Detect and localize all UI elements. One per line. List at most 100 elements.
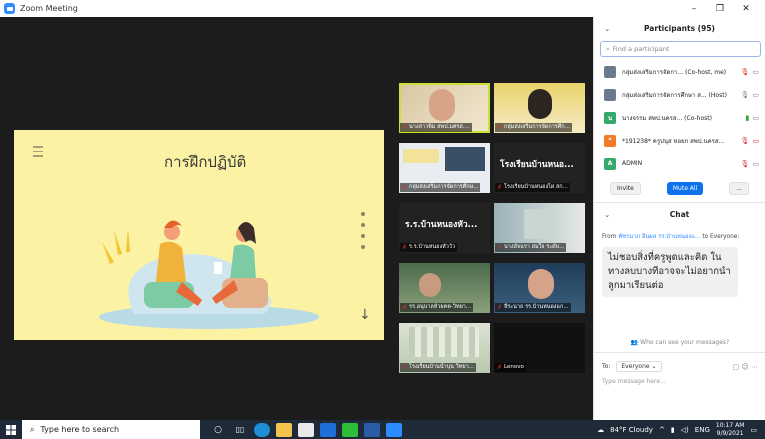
tile-big-name: โรงเรียนบ้านหนอ...	[500, 160, 574, 170]
search-icon: ⌕	[30, 424, 35, 434]
video-tile[interactable]: ✗ นางอัจฉรา สมใจ ระดับ...	[494, 203, 585, 253]
participant-name: นางจรรม สพป.นครส... (Co-host)	[622, 114, 712, 122]
chevron-down-icon[interactable]: ⌄	[604, 24, 610, 33]
participant-row[interactable]: กลุ่มส่งเสริมการจัดการศึกษา ส... (Host) …	[594, 83, 765, 106]
video-tile[interactable]: ✗ จีระนาถ รร.บ้านหนองแก...	[494, 263, 585, 313]
word-icon[interactable]	[364, 422, 380, 437]
meeting-area: การฝึกปฏิบัติ ↓ ✗ นางสาวพิม สพป.มศรส.... …	[0, 17, 593, 420]
participant-row[interactable]: * *191238* ครูปนุส หอยก สพป.นครส... 🎙 ▭	[594, 129, 765, 152]
taskbar: ⌕ Type here to search ○ ▯▯ ☁ 84°F Cloudy…	[0, 420, 765, 439]
maximize-button[interactable]: ❐	[707, 0, 733, 17]
video-tile[interactable]: ✗ กลุ่มส่งเสริมการจัดการศึก...	[494, 83, 585, 133]
who-can-see-link[interactable]: 👥 Who can see your messages?	[594, 339, 765, 346]
video-tile[interactable]: ✗ กลุ่มส่งเสริมการจัดการศึกษ...	[399, 143, 490, 193]
participant-icons: 🎙 ▭	[740, 68, 759, 76]
video-off-icon: ▭	[752, 113, 759, 122]
chat-header: ⌄ Chat	[594, 203, 765, 225]
chat-tools: ▢ ☺ ⋯	[733, 363, 758, 371]
screen-content	[445, 147, 485, 171]
line-icon[interactable]	[342, 422, 358, 437]
tile-name: ✗ รร.อนุบาลห้วยคต-วิทยา...	[400, 303, 474, 312]
tray-chevron-icon[interactable]: ^	[659, 426, 665, 434]
store-icon[interactable]	[298, 422, 314, 437]
down-arrow-icon[interactable]: ↓	[359, 307, 371, 323]
notification-icon[interactable]: ▭	[750, 426, 757, 434]
slide-title: การฝึกปฏิบัติ	[164, 153, 247, 171]
chat-composer: To: Everyone ⌄ ▢ ☺ ⋯ Type message here..…	[594, 352, 765, 420]
language-indicator[interactable]: ENG	[695, 426, 710, 434]
chat-input[interactable]: Type message here...	[594, 372, 765, 385]
clock-date: 9/9/2021	[716, 429, 744, 437]
zoom-taskbar-icon[interactable]	[386, 422, 402, 437]
mic-icon: ▮	[745, 113, 750, 122]
zoom-icon	[4, 3, 15, 14]
participant-icons: 🎙 ▭	[740, 91, 759, 99]
video-tile[interactable]: โรงเรียนบ้านหนอ... ✗ โรงเรียนบ้านหนองไผ่ …	[494, 143, 585, 193]
invite-button[interactable]: Invite	[610, 182, 641, 195]
tile-big-name: ร.ร.บ้านหนองหัว...	[405, 220, 478, 230]
tile-name: ✗ นางสาวพิม สพป.มศรส....	[400, 123, 472, 132]
windows-start-icon[interactable]	[0, 420, 22, 439]
participant-row[interactable]: กลุ่มส่งเสริมการจัดกา... (Co-host, me) 🎙…	[594, 60, 765, 83]
recipient-select[interactable]: Everyone ⌄	[616, 361, 662, 372]
emoji-icon[interactable]: ☺	[741, 363, 748, 371]
volume-icon[interactable]: ◁)	[681, 426, 689, 434]
carousel-dots[interactable]	[361, 212, 365, 256]
close-button[interactable]: ✕	[733, 0, 759, 17]
window-title: Zoom Meeting	[20, 4, 78, 13]
video-tile[interactable]: ✗ โรงเรียนบ้านน้ำบุน วิทยา...	[399, 323, 490, 373]
tile-name: ✗ กลุ่มส่งเสริมการจัดการศึกษ...	[400, 183, 481, 192]
task-view-icon[interactable]: ▯▯	[232, 423, 248, 437]
participants-header: ⌄ Participants (95)	[594, 17, 765, 39]
clock[interactable]: 10:17 AM 9/9/2021	[716, 422, 744, 438]
tile-name: ✗ จีระนาถ รร.บ้านหนองแก...	[495, 303, 571, 312]
participant-list: กลุ่มส่งเสริมการจัดกา... (Co-host, me) 🎙…	[594, 60, 765, 175]
video-tile[interactable]: ✗ รร.อนุบาลห้วยคต-วิทยา...	[399, 263, 490, 313]
screen: { "window": {"title": "Zoom Meeting", "m…	[0, 0, 765, 439]
chat-title: Chat	[669, 209, 690, 219]
participant-row[interactable]: A ADMIN 🎙 ▭	[594, 152, 765, 175]
mic-muted-icon: 🎙	[740, 67, 750, 76]
title-bar: Zoom Meeting – ❐ ✕	[0, 0, 765, 17]
chat-message: ไม่ชอบสิ่งที่ครูพูดและคิด ในทางลบบางทีอา…	[602, 247, 738, 297]
tile-name: ✗ ร.ร.บ้านหนองหัววัว	[400, 243, 458, 252]
participant-row[interactable]: น นางจรรม สพป.นครส... (Co-host) ▮ ▭	[594, 106, 765, 129]
participant-face	[528, 89, 552, 119]
avatar: น	[604, 111, 616, 124]
participant-video	[409, 327, 479, 357]
video-tile[interactable]: ร.ร.บ้านหนองหัว... ✗ ร.ร.บ้านหนองหัววัว	[399, 203, 490, 253]
participant-search-input[interactable]: ⌕ Find a participant	[600, 41, 761, 57]
avatar	[604, 88, 616, 101]
video-tile[interactable]: ✗ นางสาวพิม สพป.มศรส....	[399, 83, 490, 133]
slide-illustration	[99, 220, 319, 329]
more-icon[interactable]: ⋯	[751, 363, 758, 371]
participant-video	[524, 209, 554, 239]
clock-time: 10:17 AM	[715, 421, 745, 429]
chevron-down-icon[interactable]: ⌄	[604, 210, 610, 219]
sender-name[interactable]: พัชรนาภ อินผล รร.บ้านหนองแ...	[618, 234, 700, 240]
taskbar-search-input[interactable]: ⌕ Type here to search	[22, 420, 200, 439]
tile-name: ✗ โรงเรียนบ้านหนองไผ่ สก...	[495, 183, 570, 192]
weather-text[interactable]: 84°F Cloudy	[610, 426, 653, 434]
mail-icon[interactable]	[320, 422, 336, 437]
screen-content	[403, 149, 439, 163]
mute-all-button[interactable]: Mute All	[666, 182, 704, 195]
menu-icon	[33, 146, 43, 160]
taskbar-apps: ○ ▯▯	[210, 422, 402, 437]
file-icon[interactable]: ▢	[733, 363, 740, 371]
taskbar-search-placeholder: Type here to search	[40, 425, 120, 434]
participant-icons: ▮ ▭	[746, 114, 759, 122]
weather-icon: ☁	[597, 425, 605, 434]
file-explorer-icon[interactable]	[276, 422, 292, 437]
participant-name: กลุ่มส่งเสริมการจัดกา... (Co-host, me)	[622, 68, 727, 76]
chat-to-row: To: Everyone ⌄ ▢ ☺ ⋯	[594, 353, 765, 372]
avatar: A	[604, 157, 616, 170]
edge-icon[interactable]	[254, 422, 270, 437]
more-button[interactable]: ...	[729, 182, 749, 195]
network-icon[interactable]: ▮	[671, 426, 675, 434]
participant-name: ADMIN	[622, 160, 643, 167]
recipient-value: Everyone	[621, 363, 650, 370]
cortana-icon[interactable]: ○	[210, 423, 226, 437]
video-tile[interactable]: ✗ Lenovo	[494, 323, 585, 373]
minimize-button[interactable]: –	[681, 0, 707, 17]
